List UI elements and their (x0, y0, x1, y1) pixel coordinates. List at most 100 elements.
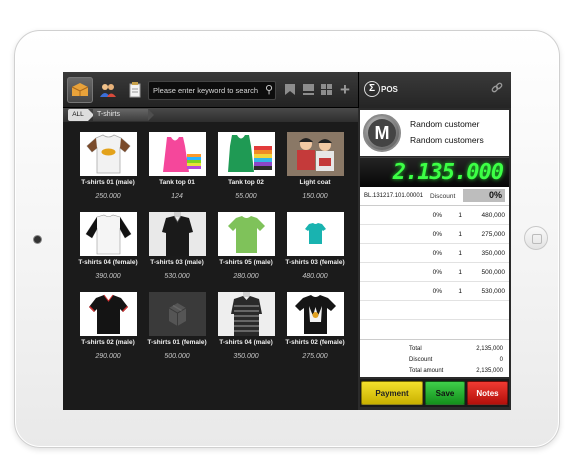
product-image-black-polo-mannequin (149, 212, 206, 256)
summary-discount-label: Discount (409, 357, 433, 363)
line-discount: 0% (432, 212, 442, 219)
discount-field[interactable]: 0% (463, 189, 505, 202)
save-button[interactable]: Save (425, 381, 465, 405)
product-price: 480.000 (302, 273, 328, 280)
breadcrumb: ALL T-shirts (63, 108, 358, 122)
line-amount: 500,000 (481, 269, 506, 276)
total-digits: 2.135.000 (392, 160, 504, 185)
product-card[interactable]: T-shirts 04 (female) 390.000 (73, 202, 143, 292)
product-image-teal-tshirt (287, 212, 344, 256)
bill-line[interactable]: 0% 1 500,000 (360, 263, 509, 282)
line-amount: 350,000 (481, 250, 506, 257)
discount-label: Discount (430, 193, 456, 200)
order-panel: Σ POS M Random customer Random customers… (358, 72, 511, 410)
line-discount: 0% (432, 250, 442, 257)
line-qty: 1 (458, 212, 462, 219)
customer-card[interactable]: M Random customer Random customers (360, 110, 509, 156)
logo-icon: Σ (364, 81, 380, 97)
line-amount: 480,000 (481, 212, 506, 219)
breadcrumb-category[interactable]: T-shirts (93, 109, 154, 121)
product-price: 530.000 (164, 273, 190, 280)
product-card[interactable]: T-shirts 03 (male) 530.000 (142, 202, 212, 292)
bill-line[interactable]: 0% 1 480,000 (360, 206, 509, 225)
product-price: 500.000 (164, 353, 190, 360)
camera-icon (34, 236, 41, 243)
summary-total-amount-value: 2,135,000 (476, 368, 503, 374)
line-discount: 0% (432, 231, 442, 238)
product-price: 390.000 (95, 273, 121, 280)
bill-line[interactable]: 0% 1 350,000 (360, 244, 509, 263)
brand-name: POS (381, 85, 398, 94)
product-card[interactable]: T-shirts 02 (female) 275.000 (280, 282, 350, 372)
notes-button[interactable]: Notes (467, 381, 508, 405)
plus-icon[interactable]: + (338, 81, 352, 98)
summary-total-label: Total (409, 346, 422, 352)
product-image-black-print-tshirt (287, 292, 344, 336)
product-image-black-white-raglan (80, 212, 137, 256)
action-bar: Payment Save Notes (360, 379, 509, 407)
product-price: 290.000 (95, 353, 121, 360)
summary-total: Total 2,135,000 (360, 344, 509, 355)
chain-link-icon[interactable] (491, 82, 503, 97)
bill-line[interactable]: 0% 1 275,000 (360, 225, 509, 244)
bill-number: BL.131217.101.00001 (364, 193, 424, 199)
bill-line[interactable]: 0% 1 530,000 (360, 282, 509, 301)
top-toolbar: ⚲ + (63, 72, 358, 108)
product-card[interactable]: T-shirts 03 (female) 480.000 (280, 202, 350, 292)
summary-discount: Discount 0 (360, 355, 509, 366)
users-icon[interactable] (95, 77, 121, 103)
line-discount: 0% (432, 288, 442, 295)
order-header: Σ POS (358, 72, 511, 108)
product-card[interactable]: T-shirts 01 (male) 250.000 (73, 122, 143, 212)
product-card[interactable]: T-shirts 04 (male) 350.000 (211, 282, 281, 372)
grid-icon[interactable] (319, 83, 333, 97)
bookmark-icon[interactable] (283, 83, 297, 97)
line-qty: 1 (458, 231, 462, 238)
bill-list: BL.131217.101.00001 Discount 0% 0% 1 480… (360, 187, 509, 377)
product-card[interactable]: Light coat 150.000 (280, 122, 350, 212)
bill-summary: Total 2,135,000 Discount 0 Total amount … (360, 339, 509, 377)
product-price: 275.000 (302, 353, 328, 360)
summary-total-value: 2,135,000 (476, 346, 503, 352)
summary-total-amount: Total amount 2,135,000 (360, 366, 509, 377)
product-image-pink-tank-top (149, 132, 206, 176)
avatar-letter: M (368, 119, 396, 147)
product-image-striped-mannequin (218, 292, 275, 336)
payment-button[interactable]: Payment (361, 381, 423, 405)
product-card[interactable]: T-shirts 02 (male) 290.000 (73, 282, 143, 372)
product-price: 124 (171, 193, 183, 200)
product-image-green-tank-top (218, 132, 275, 176)
product-image-white-tshirt (80, 132, 137, 176)
summary-total-amount-label: Total amount (409, 368, 444, 374)
product-image-kids-photo (287, 132, 344, 176)
line-amount: 530,000 (481, 288, 506, 295)
avatar: M (363, 114, 401, 152)
search-box: ⚲ (148, 81, 276, 100)
notepad-icon[interactable] (122, 77, 148, 103)
search-icon[interactable]: ⚲ (265, 83, 273, 97)
product-price: 280.000 (233, 273, 259, 280)
product-price: 250.000 (95, 193, 121, 200)
bill-header: BL.131217.101.00001 Discount 0% (360, 187, 509, 206)
product-card[interactable]: Tank top 01 124 (142, 122, 212, 212)
list-icon[interactable] (301, 83, 315, 97)
line-discount: 0% (432, 269, 442, 276)
breadcrumb-all[interactable]: ALL (68, 109, 94, 121)
box-icon[interactable] (67, 77, 93, 103)
product-card[interactable]: T-shirts 05 (male) 280.000 (211, 202, 281, 292)
line-qty: 1 (458, 288, 462, 295)
product-panel: ⚲ + ALL T-shirts T-shirts 01 (ma (63, 72, 358, 410)
line-qty: 1 (458, 250, 462, 257)
product-name: T-shirts 02 (female) (285, 339, 345, 346)
product-image-black-polo (80, 292, 137, 336)
product-price: 55.000 (235, 193, 257, 200)
product-image-green-tshirt (218, 212, 275, 256)
line-qty: 1 (458, 269, 462, 276)
home-button[interactable] (524, 226, 548, 250)
product-image-placeholder-box (149, 292, 206, 336)
total-display: 2.135.000 (360, 157, 509, 187)
product-card[interactable]: T-shirts 01 (female) 500.000 (142, 282, 212, 372)
search-input[interactable] (149, 82, 259, 99)
product-card[interactable]: Tank top 02 55.000 (211, 122, 281, 212)
product-grid: T-shirts 01 (male) 250.000 Tank top 01 1… (63, 122, 358, 410)
